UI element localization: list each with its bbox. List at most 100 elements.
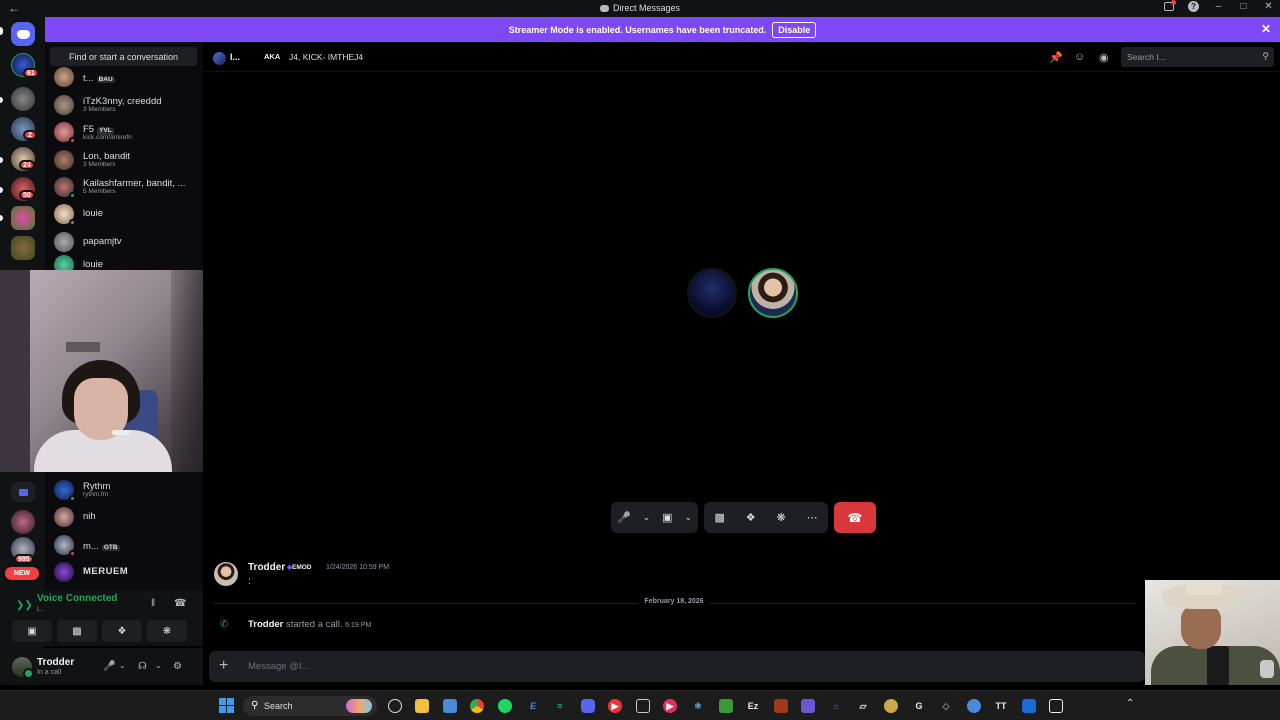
maximize-icon[interactable]: □ xyxy=(1238,1,1249,12)
dm-item[interactable]: louie xyxy=(54,201,201,227)
chrome-icon[interactable] xyxy=(470,699,484,713)
app-icon[interactable] xyxy=(1022,699,1036,713)
youtube-icon[interactable]: ▶ xyxy=(608,699,622,713)
help-icon[interactable]: ? xyxy=(1188,1,1199,12)
app-icon[interactable] xyxy=(636,699,650,713)
dm-recipient-name[interactable]: I... xyxy=(230,52,240,62)
server-icon[interactable] xyxy=(11,510,35,534)
avatar xyxy=(54,177,76,199)
app-icon[interactable] xyxy=(967,699,981,713)
app-icon[interactable] xyxy=(774,699,788,713)
mention-badge: 24 xyxy=(19,160,35,170)
microphone-icon[interactable]: 🎤 xyxy=(103,661,115,672)
dm-item[interactable]: MERUEM xyxy=(54,559,201,585)
epic-icon[interactable]: E xyxy=(526,699,540,713)
selected-pill xyxy=(0,27,3,35)
upload-plus-icon[interactable]: + xyxy=(219,657,228,675)
close-icon[interactable]: ✕ xyxy=(1261,22,1271,36)
photos-icon[interactable] xyxy=(443,699,457,713)
unread-pill xyxy=(0,157,3,163)
camera-off-button[interactable]: ▣ xyxy=(12,620,52,642)
unread-pill xyxy=(0,215,3,221)
app-icon[interactable] xyxy=(388,699,402,713)
dm-name: louie xyxy=(83,260,104,270)
close-window-icon[interactable]: ✕ xyxy=(1263,1,1274,12)
spotify-icon[interactable] xyxy=(498,699,512,713)
search-input[interactable]: Search I... ⚲ xyxy=(1121,47,1274,67)
dm-item[interactable]: iTzK3nny, creeddd 3 Members xyxy=(54,92,201,118)
app-icon[interactable]: G xyxy=(912,699,926,713)
disconnect-icon[interactable]: ☎ xyxy=(174,598,186,609)
minimize-icon[interactable]: – xyxy=(1213,1,1224,12)
folder-icon[interactable] xyxy=(11,482,35,502)
minecraft-icon[interactable] xyxy=(719,699,733,713)
server-icon[interactable] xyxy=(11,87,35,111)
username[interactable]: Trodder xyxy=(37,657,74,668)
app-icon[interactable]: ▱ xyxy=(856,699,870,713)
call-author[interactable]: Trodder xyxy=(248,619,283,630)
inbox-icon[interactable] xyxy=(1164,0,1176,11)
voice-status[interactable]: Voice Connected xyxy=(37,593,117,604)
discord-icon[interactable] xyxy=(581,699,595,713)
cam2-phone xyxy=(1207,646,1229,685)
taskbar-search[interactable]: ⚲ Search xyxy=(243,696,377,716)
disable-button[interactable]: Disable xyxy=(772,21,817,38)
app-icon[interactable] xyxy=(1049,699,1063,713)
streamer-mode-banner: Streamer Mode is enabled. Usernames have… xyxy=(45,17,1280,42)
screen-share-button[interactable]: ▩ xyxy=(57,620,97,642)
avatar xyxy=(54,232,74,252)
easy-icon[interactable]: Ez xyxy=(746,699,760,713)
unread-pill xyxy=(0,97,3,103)
avatar[interactable] xyxy=(214,562,238,586)
activities-button[interactable]: ❖ xyxy=(102,620,142,642)
media-player-icon[interactable]: ▶ xyxy=(663,699,677,713)
chevron-down-icon[interactable]: ⌄ xyxy=(155,661,162,670)
message-author[interactable]: Trodder xyxy=(248,562,285,573)
more-options-icon[interactable]: ⋯ xyxy=(807,511,818,524)
avatar[interactable] xyxy=(12,657,34,679)
message-composer[interactable]: + Message @I... xyxy=(209,651,1145,682)
add-friends-icon[interactable]: ☺ xyxy=(1074,51,1085,63)
call-participant-avatar[interactable] xyxy=(687,268,737,318)
chevron-up-icon[interactable]: ⌃ xyxy=(1126,698,1134,709)
disconnect-button[interactable]: ☎ xyxy=(834,502,876,533)
app-icon[interactable]: ≈ xyxy=(553,699,567,713)
app-icon[interactable]: TT xyxy=(994,699,1008,713)
dm-item[interactable]: t... BAU xyxy=(54,64,201,90)
camera-off-icon[interactable]: ▣ xyxy=(662,511,672,524)
activities-icon[interactable]: ❖ xyxy=(746,511,756,524)
dm-item[interactable]: Rythm rythm.fm xyxy=(54,477,201,503)
avatar[interactable] xyxy=(213,52,226,65)
server-icon[interactable] xyxy=(11,236,35,260)
dm-item[interactable]: Lon, bandit 3 Members xyxy=(54,147,201,173)
dm-item[interactable]: nih xyxy=(54,504,201,530)
react-icon[interactable]: ⚛ xyxy=(691,699,705,713)
dm-item[interactable]: F5 YVL kick.com/amirefn xyxy=(54,119,201,145)
headphones-icon[interactable]: ☊ xyxy=(138,661,147,672)
soundboard-button[interactable]: ❋ xyxy=(147,620,187,642)
noise-suppression-icon[interactable]: ‖ xyxy=(151,598,155,609)
dm-item[interactable]: Kailashfarmer, bandit, ... 5 Members xyxy=(54,174,201,200)
microphone-icon[interactable]: 🎤 xyxy=(617,511,631,524)
chevron-down-icon[interactable]: ⌄ xyxy=(684,512,692,523)
app-icon[interactable] xyxy=(801,699,815,713)
soundboard-icon[interactable]: ❋ xyxy=(776,511,785,524)
screen-share-icon[interactable]: ▩ xyxy=(714,511,724,524)
start-button[interactable] xyxy=(219,698,234,713)
dnd-status-icon xyxy=(69,137,76,144)
gear-icon[interactable]: ⚙ xyxy=(173,661,182,672)
signal-icon[interactable]: ❯❯ xyxy=(16,600,33,611)
voice-channel[interactable]: i... xyxy=(37,606,44,613)
home-button[interactable] xyxy=(11,22,35,46)
chevron-down-icon[interactable]: ⌄ xyxy=(643,512,651,523)
user-profile-icon[interactable]: ◉ xyxy=(1099,51,1109,64)
dm-item[interactable]: m... GTB xyxy=(54,532,201,558)
app-icon[interactable] xyxy=(884,699,898,713)
file-explorer-icon[interactable] xyxy=(415,699,429,713)
chevron-down-icon[interactable]: ⌄ xyxy=(119,661,126,670)
server-icon[interactable] xyxy=(11,206,35,230)
pin-icon[interactable]: 📌 xyxy=(1049,51,1063,64)
call-participant-avatar-speaking[interactable] xyxy=(748,268,798,318)
controller-icon[interactable]: ☼ xyxy=(829,699,843,713)
app-icon[interactable]: ◇ xyxy=(939,699,953,713)
